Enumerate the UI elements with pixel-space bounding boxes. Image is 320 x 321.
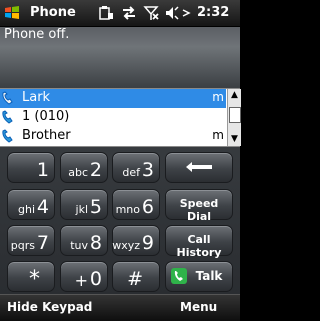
key-9[interactable]: wxyz 9 [112, 225, 160, 256]
number-type: m [212, 90, 224, 104]
contact-name: Lark [22, 90, 51, 105]
key-8[interactable]: tuv 8 [60, 225, 108, 256]
key-2[interactable]: abc 2 [60, 152, 108, 183]
title-bar: Phone 2:32 [0, 0, 240, 27]
softkey-bar: Hide Keypad Menu [0, 294, 240, 321]
menu-softkey[interactable]: Menu [180, 300, 217, 314]
call-history-button[interactable]: Call History [165, 225, 233, 259]
hide-keypad-softkey[interactable]: Hide Keypad [7, 300, 92, 314]
windows-start-icon[interactable] [3, 4, 21, 22]
key-5[interactable]: jkl 5 [60, 189, 108, 220]
list-item[interactable]: Brother m [0, 127, 226, 146]
phone-status-message: Phone off. [4, 27, 70, 42]
dialer-area: Phone off. Lark m 1 (010) Brother m ▲ ▼ … [0, 27, 241, 294]
volume-icon[interactable] [164, 5, 180, 21]
battery-lock-icon[interactable] [98, 5, 114, 21]
app-title: Phone [30, 5, 76, 20]
number-type: m [212, 128, 224, 142]
key-hash[interactable]: # [112, 261, 160, 292]
speed-dial-button[interactable]: Speed Dial [165, 189, 233, 223]
scroll-thumb[interactable] [229, 107, 241, 123]
scroll-down-icon[interactable]: ▼ [228, 133, 241, 146]
data-sync-icon[interactable] [121, 5, 137, 21]
backspace-button[interactable] [165, 152, 233, 183]
list-item[interactable]: Lark m [0, 89, 226, 108]
phone-icon [2, 91, 13, 105]
key-4[interactable]: ghi 4 [7, 189, 55, 220]
list-scrollbar[interactable]: ▲ ▼ [227, 89, 241, 146]
scroll-up-icon[interactable]: ▲ [228, 89, 241, 102]
phone-icon [2, 129, 13, 143]
contact-name: Brother [22, 128, 71, 143]
key-6[interactable]: mno 6 [112, 189, 160, 220]
list-item[interactable]: 1 (010) [0, 108, 226, 127]
key-1[interactable]: 1 [7, 152, 55, 183]
contact-suggestion-list[interactable]: Lark m 1 (010) Brother m ▲ ▼ [0, 88, 241, 147]
contact-name: 1 (010) [22, 109, 70, 124]
phone-icon [2, 110, 13, 124]
talk-phone-icon [171, 268, 187, 284]
key-7[interactable]: pqrs 7 [7, 225, 55, 256]
clock-time[interactable]: 2:32 [197, 5, 229, 20]
clock-icon [182, 9, 191, 17]
signal-off-icon[interactable] [143, 5, 159, 21]
backspace-arrow-icon [186, 162, 212, 172]
key-0[interactable]: + 0 [60, 261, 108, 292]
key-star[interactable]: * [7, 261, 55, 292]
key-3[interactable]: def 3 [112, 152, 160, 183]
talk-button[interactable]: Talk [165, 261, 233, 292]
